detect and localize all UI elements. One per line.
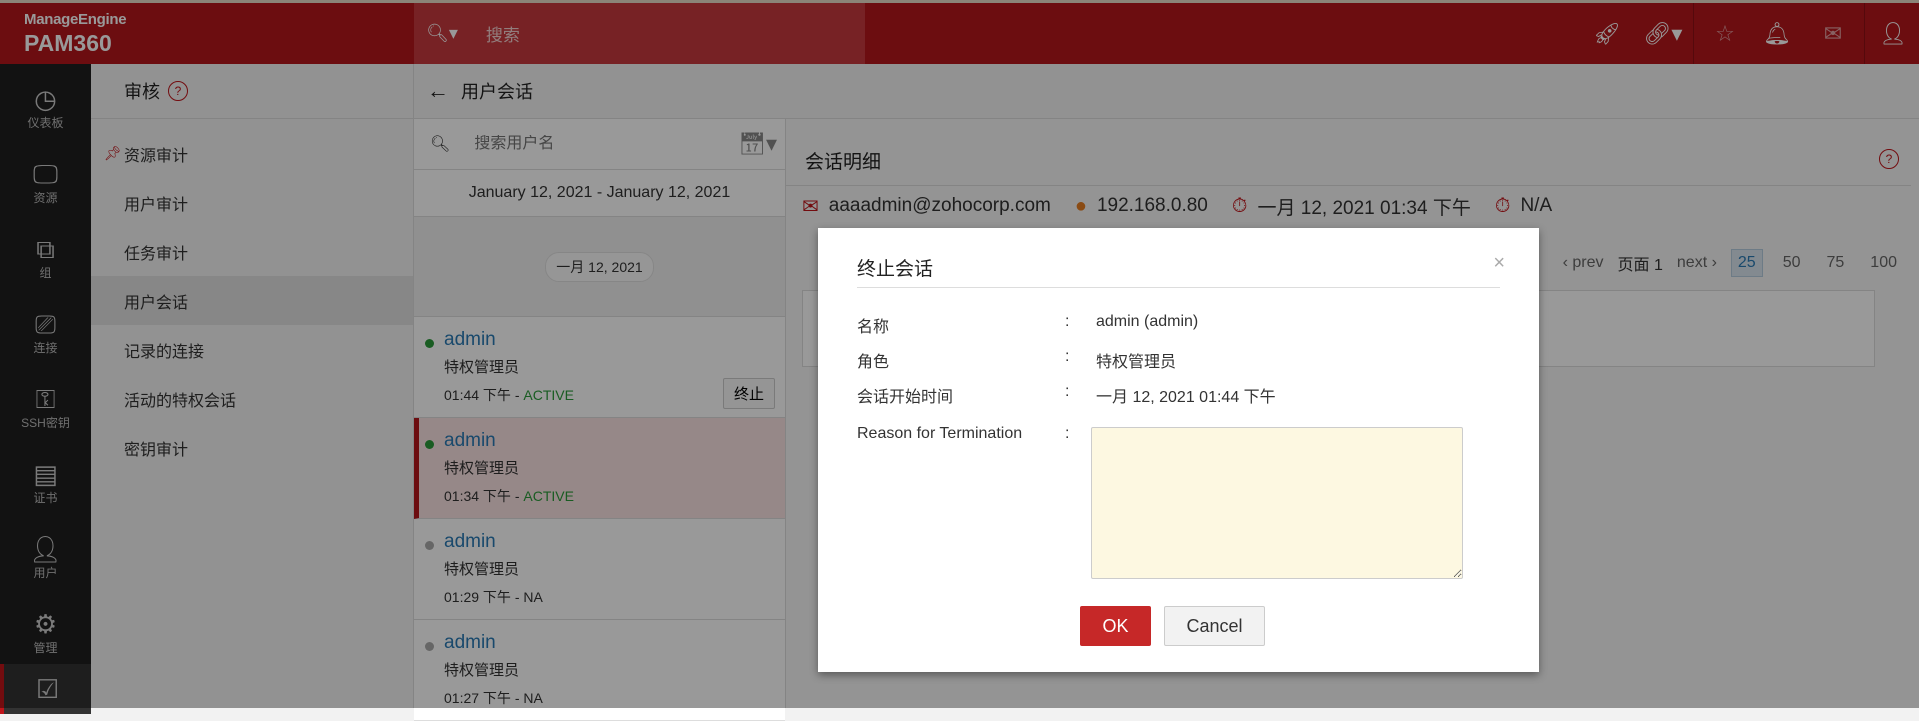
reason-textarea[interactable] bbox=[1091, 427, 1463, 579]
field-value: 一月 12, 2021 01:44 下午 bbox=[1096, 389, 1276, 406]
terminate-session-dialog: 终止会话 × 名称 : admin (admin) 角色 : 特权管理员 会话开… bbox=[818, 228, 1539, 672]
field-value: 特权管理员 bbox=[1096, 354, 1177, 371]
colon: : bbox=[1065, 383, 1070, 400]
field-value: admin (admin) bbox=[1096, 313, 1199, 330]
ok-button[interactable]: OK bbox=[1080, 606, 1151, 646]
dialog-title: 终止会话 bbox=[857, 259, 934, 280]
colon: : bbox=[1065, 425, 1070, 442]
colon: : bbox=[1065, 313, 1070, 330]
colon: : bbox=[1065, 348, 1070, 365]
field-label: 会话开始时间 bbox=[857, 389, 954, 406]
divider bbox=[857, 287, 1500, 288]
close-icon[interactable]: × bbox=[1493, 252, 1505, 275]
field-label: 角色 bbox=[857, 354, 890, 371]
field-label: 名称 bbox=[857, 319, 890, 336]
cancel-button[interactable]: Cancel bbox=[1164, 606, 1265, 646]
reason-label: Reason for Termination bbox=[857, 425, 1023, 442]
